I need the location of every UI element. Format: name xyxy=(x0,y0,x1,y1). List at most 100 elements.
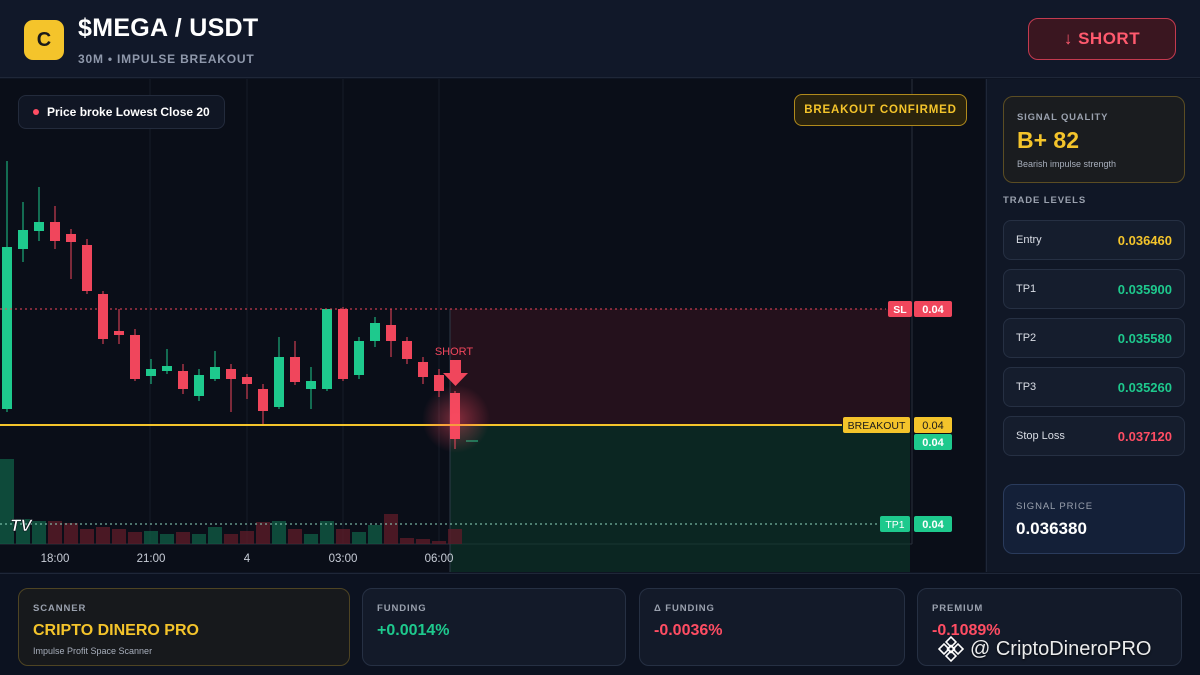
candle xyxy=(210,351,220,381)
breakout-price: 0.04 xyxy=(922,420,943,432)
time-label: 06:00 xyxy=(425,553,454,565)
trade-levels-title: TRADE LEVELS xyxy=(1003,195,1087,206)
candlestick-chart[interactable]: SHORT SL 0.04 BREAKOUT 0.04 0.04 TP1 0.0… xyxy=(0,79,985,572)
pair-title: $MEGA / USDT xyxy=(78,14,259,42)
delta-funding-value: -0.0036% xyxy=(654,622,723,639)
candle xyxy=(50,206,60,249)
volume-bar xyxy=(272,521,286,544)
tp1-price: 0.04 xyxy=(922,519,944,531)
level-name: TP2 xyxy=(1016,332,1037,344)
volume-bar xyxy=(224,534,238,544)
tradingview-logo: TV xyxy=(10,516,33,535)
volume-bar xyxy=(112,529,126,544)
candle xyxy=(322,309,332,391)
header: C $MEGA / USDT 30M • IMPULSE BREAKOUT ↓ … xyxy=(0,0,1200,78)
current-price: 0.04 xyxy=(922,437,944,449)
volume-bar xyxy=(448,529,462,544)
funding-label: FUNDING xyxy=(377,603,427,614)
tp1-tag: TP1 xyxy=(885,519,904,531)
candle xyxy=(418,357,428,384)
price-note: Price broke Lowest Close 20 xyxy=(18,95,225,129)
signal-quality-label: SIGNAL QUALITY xyxy=(1017,112,1109,123)
signal-quality-desc: Bearish impulse strength xyxy=(1017,159,1117,169)
signal-sidebar: SIGNAL QUALITY B+ 82 Bearish impulse str… xyxy=(986,79,1200,572)
binance-logo-icon xyxy=(938,636,964,662)
volume-bar xyxy=(288,529,302,544)
funding-card: FUNDING +0.0014% xyxy=(362,588,626,666)
level-value: 0.035900 xyxy=(1117,281,1172,297)
level-tp3[interactable]: TP3 0.035260 xyxy=(1003,367,1185,407)
time-label: 18:00 xyxy=(41,553,70,565)
signal-price-label: SIGNAL PRICE xyxy=(1016,501,1093,512)
volume-bar xyxy=(192,534,206,544)
volume-bar xyxy=(352,532,366,544)
delta-funding-label: Δ FUNDING xyxy=(654,603,715,614)
watermark-text: @ CriptoDineroPRO xyxy=(970,637,1152,660)
volume-bar xyxy=(336,529,350,544)
volume-bar xyxy=(416,539,430,544)
short-signal-label: SHORT xyxy=(435,346,474,358)
alert-dot-icon xyxy=(33,109,39,115)
time-label: 03:00 xyxy=(329,553,358,565)
sl-price: 0.04 xyxy=(922,304,944,316)
volume-bar xyxy=(32,521,46,544)
candle xyxy=(386,309,396,357)
level-entry[interactable]: Entry 0.036460 xyxy=(1003,220,1185,260)
volume-bar xyxy=(96,527,110,544)
time-label: 4 xyxy=(244,553,251,565)
volume-bar xyxy=(176,532,190,544)
candles xyxy=(2,161,460,449)
volume-bar xyxy=(400,538,414,544)
price-note-text: Price broke Lowest Close 20 xyxy=(47,105,210,119)
time-axis: 18:00 21:00 4 03:00 06:00 xyxy=(41,553,454,565)
volume-bar xyxy=(128,532,142,544)
candle xyxy=(290,341,300,385)
price-chart[interactable]: SHORT SL 0.04 BREAKOUT 0.04 0.04 TP1 0.0… xyxy=(0,79,985,572)
level-tp1[interactable]: TP1 0.035900 xyxy=(1003,269,1185,309)
scanner-value: CRIPTO DINERO PRO xyxy=(33,622,199,639)
candle xyxy=(18,202,28,262)
level-value: 0.036460 xyxy=(1117,232,1172,248)
volume-bar xyxy=(240,531,254,544)
funding-value: +0.0014% xyxy=(377,622,450,639)
sl-tag: SL xyxy=(893,304,907,316)
candle xyxy=(146,359,156,384)
candle xyxy=(34,187,44,241)
volume-bar xyxy=(384,514,398,544)
level-stop-loss[interactable]: Stop Loss 0.037120 xyxy=(1003,416,1185,456)
level-name: TP3 xyxy=(1016,381,1037,393)
candle xyxy=(370,317,380,347)
candle xyxy=(338,307,348,381)
signal-price-card: SIGNAL PRICE 0.036380 xyxy=(1003,484,1185,554)
candle xyxy=(82,239,92,294)
candle xyxy=(226,364,236,412)
scanner-card: SCANNER CRIPTO DINERO PRO Impulse Profit… xyxy=(18,588,350,666)
level-tp2[interactable]: TP2 0.035580 xyxy=(1003,318,1185,358)
level-value: 0.035580 xyxy=(1117,330,1172,346)
volume-bar xyxy=(432,541,446,544)
candle xyxy=(114,309,124,344)
candle xyxy=(274,337,284,409)
breakout-tag: BREAKOUT xyxy=(848,420,906,432)
short-button[interactable]: ↓ SHORT xyxy=(1028,18,1176,60)
time-label: 21:00 xyxy=(137,553,166,565)
take-profit-zone xyxy=(450,425,910,572)
signal-quality-value: B+ 82 xyxy=(1017,127,1080,153)
scanner-label: SCANNER xyxy=(33,603,87,614)
stop-loss-zone xyxy=(450,309,910,425)
premium-label: PREMIUM xyxy=(932,603,984,614)
signal-price-value: 0.036380 xyxy=(1016,519,1087,538)
level-name: Entry xyxy=(1016,234,1042,246)
signal-glow xyxy=(422,385,490,453)
volume-bar xyxy=(144,531,158,544)
volume-bar xyxy=(304,534,318,544)
level-name: Stop Loss xyxy=(1016,430,1065,442)
candle xyxy=(178,364,188,394)
candle xyxy=(242,374,252,399)
candle xyxy=(98,291,108,344)
scanner-desc: Impulse Profit Space Scanner xyxy=(33,646,153,656)
volume-bars xyxy=(0,459,462,544)
candle xyxy=(402,337,412,364)
volume-bar xyxy=(208,527,222,544)
candle xyxy=(130,329,140,381)
